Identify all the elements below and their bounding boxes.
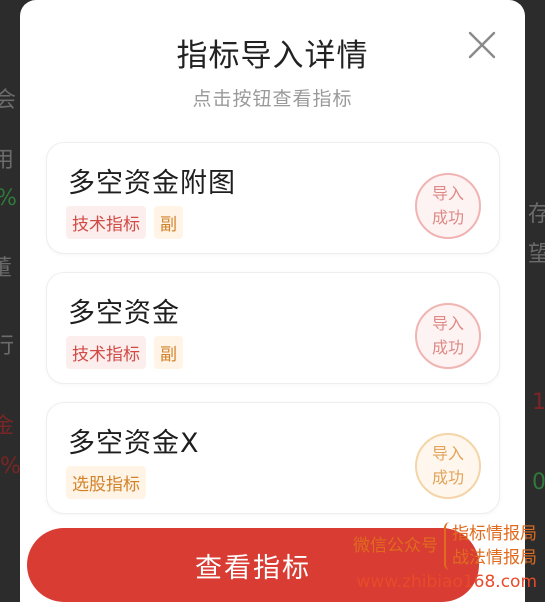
background-text: 金 bbox=[0, 414, 15, 439]
watermark-url: www.zhibiao168.com bbox=[356, 572, 537, 592]
background-text: 存 bbox=[528, 202, 545, 227]
tag-technical: 技术指标 bbox=[66, 206, 146, 239]
watermark-line-1: 指标情报局 bbox=[452, 524, 537, 544]
import-success-stamp: 导入 成功 bbox=[415, 433, 481, 499]
indicator-name: 多空资金 bbox=[68, 298, 180, 329]
background-text: 用 bbox=[0, 148, 15, 173]
background-text: 望 bbox=[528, 242, 545, 267]
import-success-stamp: 导入 成功 bbox=[415, 303, 481, 369]
watermark-line-2: 战法情报局 bbox=[452, 548, 537, 568]
watermark-wechat-label: 微信公众号 bbox=[353, 536, 438, 556]
tag-stock-picking: 选股指标 bbox=[66, 466, 146, 499]
background-text: 1 bbox=[532, 390, 545, 415]
dialog-subtitle: 点击按钮查看指标 bbox=[192, 88, 353, 110]
stamp-line-1: 导入 bbox=[431, 444, 464, 463]
dialog-title: 指标导入详情 bbox=[176, 38, 369, 74]
background-text: % bbox=[0, 186, 17, 211]
indicator-name: 多空资金附图 bbox=[68, 168, 236, 199]
background-text: 董 bbox=[0, 256, 13, 281]
indicator-card[interactable]: 多空资金X 选股指标 导入 成功 bbox=[46, 402, 500, 514]
background-text: 0 bbox=[532, 470, 545, 495]
close-icon[interactable] bbox=[467, 30, 497, 60]
stamp-line-1: 导入 bbox=[431, 184, 464, 203]
stamp-line-2: 成功 bbox=[431, 208, 464, 227]
background-text: 会 bbox=[0, 88, 17, 113]
background-text: 行 bbox=[0, 334, 15, 359]
import-details-dialog: 指标导入详情 点击按钮查看指标 多空资金附图 技术指标 副 导入 成功 多空资金… bbox=[20, 0, 525, 602]
watermark: 微信公众号 指标情报局 战法情报局 www.zhibiao168.com bbox=[353, 522, 537, 594]
indicator-card[interactable]: 多空资金附图 技术指标 副 导入 成功 bbox=[46, 142, 500, 254]
background-text: 7% bbox=[0, 454, 21, 479]
import-success-stamp: 导入 成功 bbox=[415, 173, 481, 239]
tag-technical: 技术指标 bbox=[66, 336, 146, 369]
stamp-line-2: 成功 bbox=[431, 468, 464, 487]
stamp-line-2: 成功 bbox=[431, 338, 464, 357]
tag-sub-chart: 副 bbox=[154, 336, 183, 369]
indicator-name: 多空资金X bbox=[68, 428, 200, 459]
indicator-card[interactable]: 多空资金 技术指标 副 导入 成功 bbox=[46, 272, 500, 384]
stamp-line-1: 导入 bbox=[431, 314, 464, 333]
tag-sub-chart: 副 bbox=[154, 206, 183, 239]
